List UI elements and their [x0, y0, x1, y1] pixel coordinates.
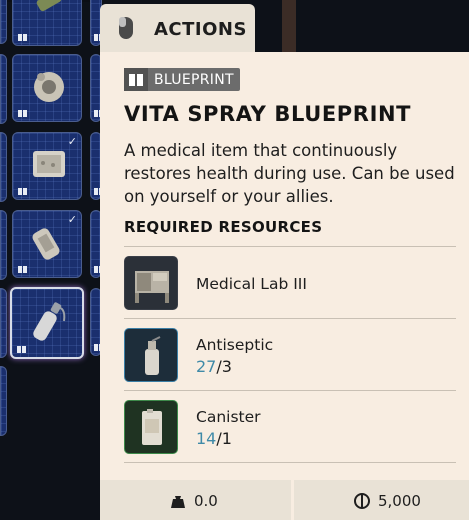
inventory-grid: ✓ ✓ — [0, 0, 103, 520]
background-strip — [282, 0, 296, 52]
item-icon — [32, 228, 60, 260]
price-stat: 5,000 — [354, 492, 421, 510]
antiseptic-bottle-icon — [124, 328, 178, 382]
divider — [124, 462, 456, 463]
medical-lab-icon — [124, 256, 178, 310]
book-icon — [18, 188, 27, 195]
tab-actions[interactable]: ACTIONS — [100, 4, 255, 54]
blueprint-badge: BLUEPRINT — [124, 68, 240, 91]
inventory-slot[interactable] — [0, 132, 7, 202]
resource-need-count: /3 — [216, 357, 232, 376]
inventory-slot[interactable] — [12, 54, 82, 122]
resource-count: 14/1 — [196, 429, 232, 448]
weight-value: 0.0 — [194, 492, 218, 510]
book-icon — [17, 346, 26, 353]
coin-icon — [354, 493, 370, 509]
item-title: VITA SPRAY BLUEPRINT — [124, 102, 412, 126]
canister-icon — [124, 400, 178, 454]
divider — [124, 246, 456, 247]
inventory-slot[interactable]: ✓ — [12, 210, 82, 278]
inventory-slot[interactable] — [0, 210, 7, 280]
divider — [124, 318, 456, 319]
inventory-slot[interactable] — [0, 0, 7, 44]
item-footer: 0.0 5,000 — [100, 480, 469, 520]
divider — [291, 480, 294, 520]
item-icon — [33, 151, 65, 177]
item-icon — [36, 0, 62, 12]
book-icon — [18, 34, 27, 41]
price-value: 5,000 — [378, 492, 421, 510]
book-icon — [18, 110, 27, 117]
book-icon — [124, 68, 148, 91]
resource-name: Medical Lab III — [196, 275, 307, 293]
resource-count: 27/3 — [196, 357, 232, 376]
inventory-slot[interactable] — [0, 288, 7, 358]
inventory-slot[interactable] — [0, 366, 7, 436]
inventory-slot[interactable] — [0, 54, 7, 124]
mouse-icon — [119, 17, 133, 39]
resource-have-count: 14 — [196, 429, 217, 448]
weight-stat: 0.0 — [170, 492, 218, 510]
inventory-slot[interactable] — [12, 0, 82, 46]
resource-need-count: /1 — [216, 429, 232, 448]
item-details-panel: BLUEPRINT VITA SPRAY BLUEPRINT A medical… — [100, 52, 469, 480]
tab-label: ACTIONS — [154, 19, 247, 40]
vita-spray-icon — [33, 302, 66, 341]
divider — [124, 390, 456, 391]
inventory-slot-selected[interactable] — [10, 287, 84, 359]
resource-name: Canister — [196, 408, 261, 426]
required-resources-heading: REQUIRED RESOURCES — [124, 218, 323, 236]
weight-icon — [171, 496, 185, 508]
resource-have-count: 27 — [196, 357, 217, 376]
book-icon — [18, 266, 27, 273]
resource-name: Antiseptic — [196, 336, 274, 354]
badge-label: BLUEPRINT — [154, 71, 234, 88]
item-description: A medical item that continuously restore… — [124, 141, 455, 206]
inventory-slot[interactable]: ✓ — [12, 132, 82, 200]
item-icon — [34, 72, 64, 102]
